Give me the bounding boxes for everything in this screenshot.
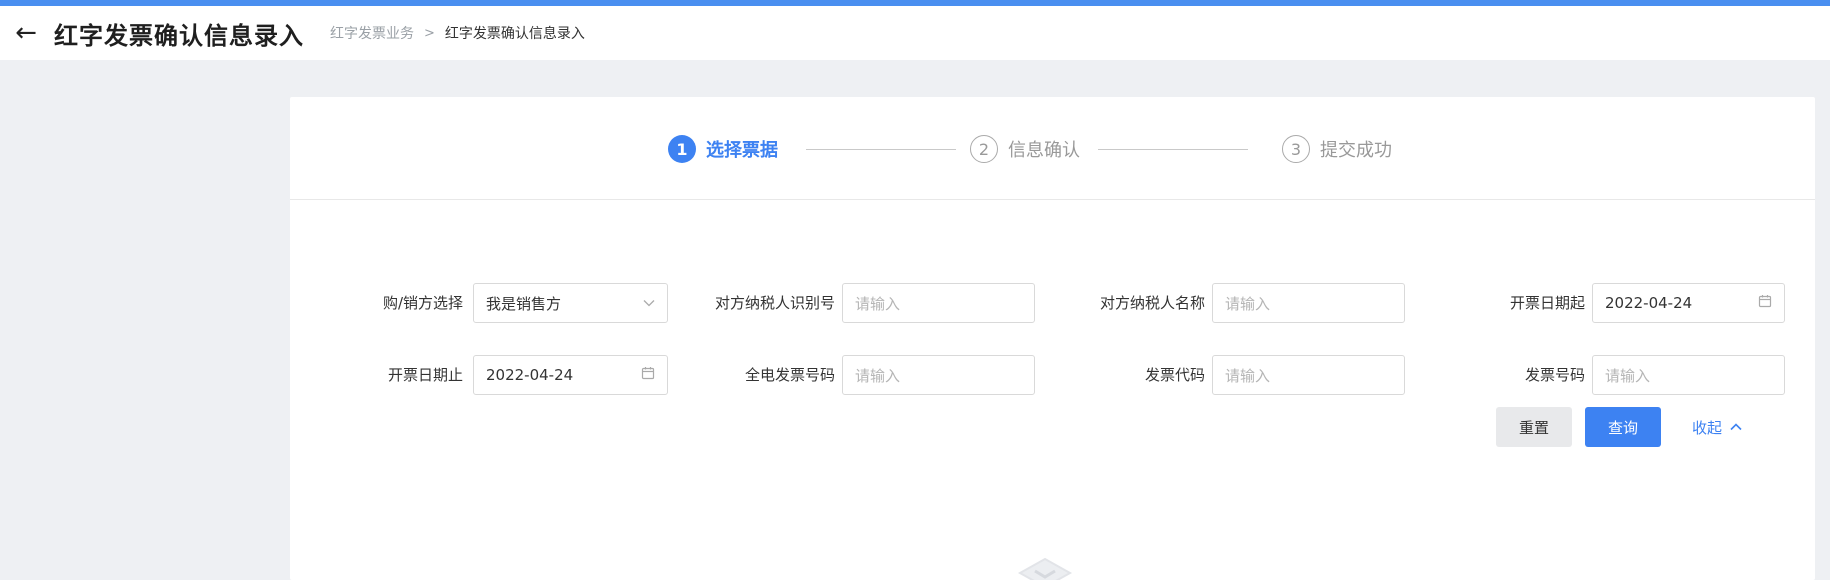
- step-connector: [806, 149, 956, 150]
- date-start-picker[interactable]: 2022-04-24: [1592, 283, 1785, 323]
- step-2-number: 2: [970, 135, 998, 163]
- taxpayer-id-input[interactable]: 请输入: [842, 283, 1035, 323]
- step-2-label: 信息确认: [1008, 140, 1080, 161]
- breadcrumb-separator: >: [424, 25, 435, 41]
- date-start-label: 开票日期起: [1509, 294, 1585, 312]
- invoice-code-placeholder: 请输入: [1225, 366, 1271, 385]
- invoice-no-placeholder: 请输入: [1605, 366, 1651, 385]
- invoice-code-label: 发票代码: [1144, 366, 1205, 384]
- date-start-value: 2022-04-24: [1605, 294, 1693, 312]
- date-end-value: 2022-04-24: [486, 366, 574, 384]
- date-end-label: 开票日期止: [387, 366, 463, 384]
- step-3: 3 提交成功: [1282, 135, 1392, 163]
- full-e-invoice-no-input[interactable]: 请输入: [842, 355, 1035, 395]
- calendar-icon: [1758, 294, 1772, 312]
- breadcrumb-parent[interactable]: 红字发票业务: [330, 23, 414, 43]
- step-1: 1 选择票据: [668, 135, 778, 163]
- taxpayer-id-label: 对方纳税人识别号: [714, 294, 835, 312]
- buyer-seller-value: 我是销售方: [486, 294, 562, 313]
- collapse-label: 收起: [1692, 418, 1723, 437]
- collapse-link[interactable]: 收起: [1692, 407, 1742, 447]
- taxpayer-id-placeholder: 请输入: [855, 294, 901, 313]
- page-header: ← 红字发票确认信息录入 红字发票业务 > 红字发票确认信息录入: [0, 6, 1830, 60]
- full-e-invoice-no-placeholder: 请输入: [855, 366, 901, 385]
- invoice-no-input[interactable]: 请输入: [1592, 355, 1785, 395]
- step-1-label: 选择票据: [706, 140, 778, 161]
- back-arrow-icon[interactable]: ←: [8, 20, 44, 46]
- buyer-seller-select[interactable]: 我是销售方: [473, 283, 668, 323]
- full-e-invoice-no-label: 全电发票号码: [744, 366, 835, 384]
- date-end-picker[interactable]: 2022-04-24: [473, 355, 668, 395]
- taxpayer-name-label: 对方纳税人名称: [1099, 294, 1205, 312]
- taxpayer-name-placeholder: 请输入: [1225, 294, 1271, 313]
- breadcrumb-current: 红字发票确认信息录入: [444, 26, 585, 42]
- calendar-icon: [641, 366, 655, 384]
- main-card: 1 选择票据 2 信息确认 3 提交成功 购/销方选择 我是销售方 对方纳税人识…: [290, 97, 1815, 580]
- step-3-number: 3: [1282, 135, 1310, 163]
- query-button[interactable]: 查询: [1585, 407, 1661, 447]
- chevron-down-icon: [643, 295, 655, 311]
- chevron-up-icon: [1730, 423, 1742, 431]
- invoice-no-label: 发票号码: [1524, 366, 1585, 384]
- step-indicator: 1 选择票据 2 信息确认 3 提交成功: [290, 97, 1815, 200]
- step-1-number: 1: [668, 135, 696, 163]
- breadcrumb: 红字发票业务 > 红字发票确认信息录入: [330, 23, 585, 43]
- page-title: 红字发票确认信息录入: [54, 21, 304, 50]
- empty-state-icon: [1010, 557, 1080, 580]
- buyer-seller-label: 购/销方选择: [382, 294, 463, 312]
- taxpayer-name-input[interactable]: 请输入: [1212, 283, 1405, 323]
- step-3-label: 提交成功: [1320, 140, 1392, 161]
- reset-button[interactable]: 重置: [1496, 407, 1572, 447]
- step-connector: [1098, 149, 1248, 150]
- step-2: 2 信息确认: [970, 135, 1080, 163]
- invoice-code-input[interactable]: 请输入: [1212, 355, 1405, 395]
